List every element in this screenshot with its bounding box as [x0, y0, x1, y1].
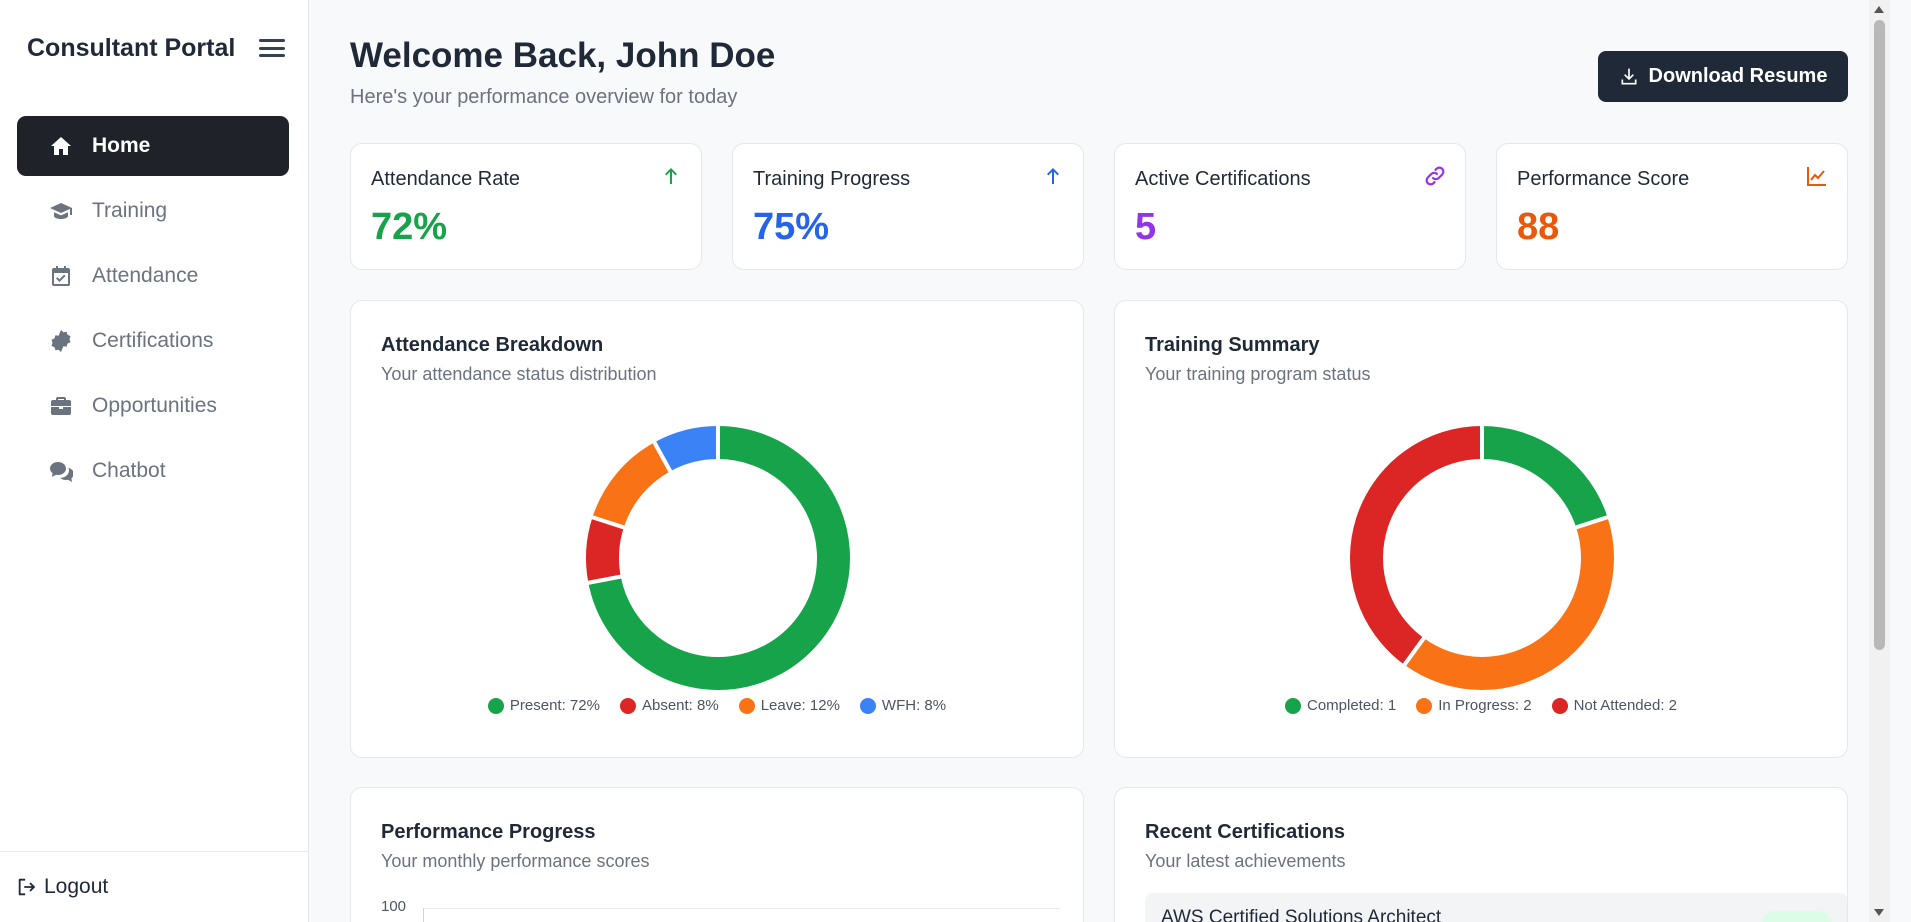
menu-toggle-icon[interactable] — [259, 37, 285, 59]
sidebar-nav: Home Training Attendance Certifications … — [17, 116, 289, 506]
chart-line-icon — [1807, 167, 1826, 186]
legend-item-absent: Absent: 8% — [619, 697, 719, 714]
certificate-icon — [46, 326, 76, 356]
stat-value: 72% — [371, 206, 448, 248]
sidebar-item-training[interactable]: Training — [17, 181, 289, 241]
card-title: Performance Progress — [381, 821, 596, 843]
logout-label: Logout — [44, 875, 109, 898]
legend-label: Completed: 1 — [1306, 697, 1397, 714]
card-title: Training Summary — [1145, 334, 1320, 356]
scrollbar-thumb[interactable] — [1874, 20, 1885, 650]
sidebar-footer: Logout — [0, 851, 309, 922]
scroll-up-arrow-icon[interactable] — [1874, 6, 1884, 13]
logout-icon — [18, 878, 36, 896]
stat-value: 5 — [1135, 206, 1157, 248]
sidebar-item-home[interactable]: Home — [17, 116, 289, 176]
legend-dot — [487, 697, 504, 714]
donut-slice-not-attended[interactable] — [1346, 421, 1484, 670]
download-resume-label: Download Resume — [1648, 65, 1828, 87]
sidebar-item-label: Chatbot — [92, 459, 166, 482]
page-subtitle: Here's your performance overview for tod… — [350, 86, 738, 108]
legend-item-completed: Completed: 1 — [1284, 697, 1397, 714]
sidebar: Consultant Portal Home Training Attendan… — [0, 0, 309, 922]
card-title: Attendance Breakdown — [381, 334, 604, 356]
stat-label: Performance Score — [1517, 168, 1690, 190]
certification-name: AWS Certified Solutions Architect — [1161, 907, 1442, 922]
sidebar-item-chatbot[interactable]: Chatbot — [17, 441, 289, 501]
training-donut-chart — [1346, 421, 1618, 694]
graduation-cap-icon — [46, 196, 76, 226]
legend-dot — [1551, 697, 1568, 714]
legend-item-leave: Leave: 12% — [738, 697, 840, 714]
briefcase-icon — [46, 391, 76, 421]
download-resume-button[interactable]: Download Resume — [1598, 51, 1848, 102]
stat-label: Active Certifications — [1135, 168, 1311, 190]
legend-dot — [1284, 697, 1301, 714]
legend-label: WFH: 8% — [881, 697, 947, 714]
sidebar-item-certifications[interactable]: Certifications — [17, 311, 289, 371]
sidebar-item-label: Home — [92, 134, 151, 157]
arrow-up-icon — [1047, 168, 1059, 184]
stat-card-performance-score: Performance Score 88 — [1496, 143, 1848, 270]
card-subtitle: Your monthly performance scores — [381, 851, 650, 871]
sidebar-header: Consultant Portal — [27, 28, 285, 68]
stat-card-active-certifications: Active Certifications 5 — [1114, 143, 1466, 270]
stat-value: 75% — [753, 206, 830, 248]
legend-item-present: Present: 72% — [487, 697, 600, 714]
stat-value: 88 — [1517, 206, 1560, 248]
card-subtitle: Your training program status — [1145, 364, 1371, 384]
sidebar-item-attendance[interactable]: Attendance — [17, 246, 289, 306]
page-scrollbar[interactable] — [1869, 0, 1890, 922]
legend-item-not-attended: Not Attended: 2 — [1551, 697, 1678, 714]
home-icon — [46, 131, 76, 161]
legend-dot — [1416, 697, 1433, 714]
performance-progress-card: Performance Progress Your monthly perfor… — [350, 787, 1084, 922]
app-title: Consultant Portal — [27, 33, 236, 62]
attendance-breakdown-card: Attendance Breakdown Your attendance sta… — [350, 300, 1084, 758]
legend-label: Present: 72% — [509, 697, 600, 714]
card-subtitle: Your attendance status distribution — [381, 364, 657, 384]
legend-item-in-progress: In Progress: 2 — [1416, 697, 1532, 714]
attendance-legend: Present: 72% Absent: 8% Leave: 12% WFH: … — [351, 697, 1083, 714]
card-subtitle: Your latest achievements — [1145, 851, 1346, 871]
sidebar-item-opportunities[interactable]: Opportunities — [17, 376, 289, 436]
chart-gridline — [423, 908, 1060, 909]
training-summary-card: Training Summary Your training program s… — [1114, 300, 1848, 758]
main-content: Welcome Back, John Doe Here's your perfo… — [309, 0, 1890, 922]
legend-label: In Progress: 2 — [1438, 697, 1532, 714]
sidebar-item-label: Opportunities — [92, 394, 217, 417]
y-axis-line — [423, 908, 424, 922]
certification-item[interactable]: AWS Certified Solutions Architect — [1145, 893, 1847, 922]
link-icon — [1425, 166, 1445, 186]
logout-button[interactable]: Logout — [16, 875, 108, 899]
card-title: Recent Certifications — [1145, 821, 1346, 843]
donut-slice-completed[interactable] — [1480, 421, 1612, 531]
legend-label: Absent: 8% — [641, 697, 719, 714]
sidebar-item-label: Attendance — [92, 264, 199, 287]
training-legend: Completed: 1 In Progress: 2 Not Attended… — [1115, 697, 1847, 714]
y-axis-tick-label: 100 — [381, 898, 407, 915]
status-badge — [1762, 911, 1832, 922]
attendance-donut-chart — [582, 421, 854, 694]
legend-dot — [619, 697, 636, 714]
stat-card-attendance-rate: Attendance Rate 72% — [350, 143, 702, 270]
chat-icon — [46, 456, 76, 486]
sidebar-item-label: Certifications — [92, 329, 214, 352]
download-icon — [1621, 68, 1637, 84]
calendar-check-icon — [46, 261, 76, 291]
stat-label: Training Progress — [753, 168, 911, 190]
legend-dot — [738, 697, 755, 714]
stat-card-training-progress: Training Progress 75% — [732, 143, 1084, 270]
scroll-down-arrow-icon[interactable] — [1874, 909, 1884, 916]
page-title: Welcome Back, John Doe — [350, 36, 776, 75]
arrow-up-icon — [665, 168, 677, 184]
donut-slice-in-progress[interactable] — [1400, 514, 1618, 694]
legend-label: Leave: 12% — [760, 697, 840, 714]
recent-certifications-card: Recent Certifications Your latest achiev… — [1114, 787, 1848, 922]
sidebar-item-label: Training — [92, 199, 168, 222]
legend-label: Not Attended: 2 — [1573, 697, 1678, 714]
stat-label: Attendance Rate — [371, 168, 520, 190]
legend-dot — [859, 697, 876, 714]
legend-item-wfh: WFH: 8% — [859, 697, 947, 714]
